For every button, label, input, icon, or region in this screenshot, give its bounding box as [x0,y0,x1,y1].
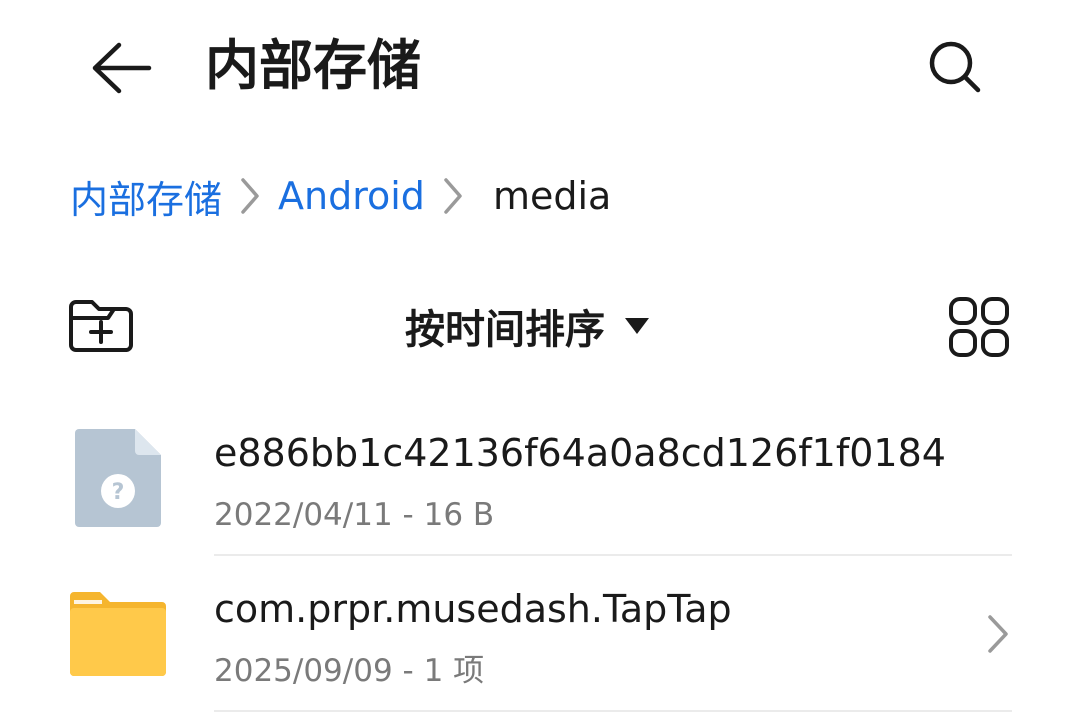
sort-label: 按时间排序 [405,307,605,353]
sort-by-time-button[interactable]: 按时间排序 [405,288,651,364]
file-name: e886bb1c42136f64a0a8cd126f1f0184 [214,431,946,475]
breadcrumb-item-internal-storage[interactable]: 内部存储 [70,169,222,224]
list-toolbar: 按时间排序 [0,288,1080,364]
chevron-right-icon [425,168,481,224]
chevron-right-icon [222,168,278,224]
caret-down-icon [623,316,651,336]
file-meta: 2022/04/11 - 16 B [214,494,494,536]
page-title: 内部存储 [205,34,421,97]
breadcrumb: 内部存储 Android media [70,168,611,224]
unknown-file-icon: ? [66,424,170,532]
breadcrumb-item-android[interactable]: Android [278,174,425,218]
back-arrow-icon [92,42,152,94]
folder-item-count: 1 项 [423,653,485,689]
search-icon [929,41,981,93]
meta-separator: - [402,497,424,533]
grid-view-icon [949,297,1009,357]
folder-date: 2025/09/09 [214,653,393,689]
folder-name: com.prpr.musedash.TapTap [214,587,732,631]
file-size: 16 B [423,497,495,533]
grid-view-button[interactable] [944,292,1014,362]
svg-text:?: ? [112,480,125,505]
back-button[interactable] [82,28,162,108]
list-divider [214,710,1012,712]
chevron-right-icon [978,608,1018,660]
breadcrumb-item-media: media [492,174,612,218]
new-folder-icon [69,300,133,352]
folder-icon [66,580,170,688]
search-button[interactable] [916,28,996,108]
folder-meta: 2025/09/09 - 1 项 [214,650,484,692]
file-manager-screen: 内部存储 内部存储 Android media 按时间排序 ? e886bb1c… [0,0,1080,718]
app-header: 内部存储 [0,0,1080,135]
list-item-folder[interactable]: com.prpr.musedash.TapTap 2025/09/09 - 1 … [0,556,1080,712]
meta-separator: - [402,653,424,689]
file-list: ? e886bb1c42136f64a0a8cd126f1f0184 2022/… [0,400,1080,712]
list-item-unknown-file[interactable]: ? e886bb1c42136f64a0a8cd126f1f0184 2022/… [0,400,1080,556]
file-date: 2022/04/11 [214,497,393,533]
new-folder-button[interactable] [64,294,138,358]
